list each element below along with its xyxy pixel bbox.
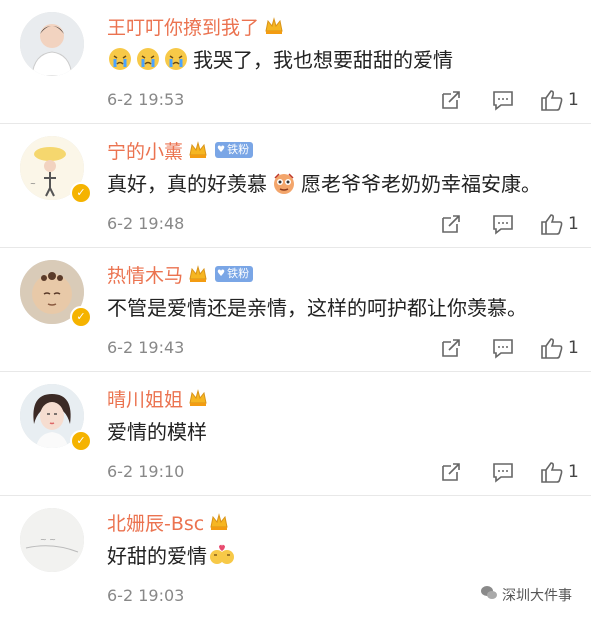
username[interactable]: 北姗辰-Bsc <box>107 509 204 536</box>
comment-time: 6-2 19:53 <box>107 90 185 109</box>
repost-icon[interactable] <box>440 213 462 235</box>
like-button[interactable]: 1 <box>540 461 579 483</box>
comment-icon[interactable] <box>492 337 514 359</box>
like-button[interactable]: 1 <box>540 213 579 235</box>
repost-icon[interactable] <box>440 461 462 483</box>
crying-emoji-icon <box>135 46 161 72</box>
comment-time: 6-2 19:43 <box>107 338 185 357</box>
verified-badge-icon: ✓ <box>70 182 92 204</box>
comment-text-continued: 愿老爷爷老奶奶幸福安康。 <box>301 172 541 196</box>
repost-icon[interactable] <box>440 89 462 111</box>
comment-item: ✓ 晴川姐姐 爱情的模样 6-2 19:10 1 <box>0 372 591 496</box>
crown-icon <box>187 139 209 161</box>
verified-badge-icon: ✓ <box>70 430 92 452</box>
like-count: 1 <box>568 462 579 482</box>
like-button[interactable]: 1 <box>540 89 579 111</box>
heart-icon: ♥ <box>217 145 226 155</box>
user-avatar[interactable] <box>20 12 84 76</box>
crying-emoji-icon <box>163 46 189 72</box>
comment-icon[interactable] <box>492 89 514 111</box>
username[interactable]: 宁的小薰 <box>107 137 183 164</box>
username[interactable]: 王叮叮你撩到我了 <box>107 13 259 40</box>
svg-text:~ ~: ~ ~ <box>40 535 56 544</box>
fan-badge: ♥ 铁粉 <box>215 266 254 282</box>
watermark: 深圳大件事 <box>480 585 572 605</box>
comment-time: 6-2 19:03 <box>107 586 185 605</box>
watermark-text: 深圳大件事 <box>502 588 572 604</box>
fan-badge: ♥ 铁粉 <box>215 142 254 158</box>
comment-text: 真好，真的好羡慕 <box>107 172 267 196</box>
svg-text:~: ~ <box>30 180 36 188</box>
crown-icon <box>263 15 285 37</box>
verified-badge-icon: ✓ <box>70 306 92 328</box>
comment-item: ~ ✓ 宁的小薰 ♥ 铁粉 真好，真的好羡慕 愿老爷爷老奶奶幸福安康。 6-2 1… <box>0 124 591 248</box>
like-count: 1 <box>568 90 579 110</box>
like-count: 1 <box>568 338 579 358</box>
crown-icon <box>208 511 230 533</box>
comment-item: ✓ 热情木马 ♥ 铁粉 不管是爱情还是亲情，这样的呵护都让你羡慕。 6-2 19:… <box>0 248 591 372</box>
heart-icon: ♥ <box>217 269 226 279</box>
comment-icon[interactable] <box>492 461 514 483</box>
comment-text: 爱情的模样 <box>107 420 207 444</box>
comment-text: 好甜的爱情 <box>107 544 207 568</box>
kissing-couple-emoji-icon <box>209 542 235 568</box>
crying-emoji-icon <box>107 46 133 72</box>
comment-text: 不管是爱情还是亲情，这样的呵护都让你羡慕。 <box>107 296 527 320</box>
username[interactable]: 热情木马 <box>107 261 183 288</box>
crown-icon <box>187 263 209 285</box>
envy-emoji-icon <box>271 170 297 196</box>
user-avatar[interactable]: ~ ~ <box>20 508 84 572</box>
comment-icon[interactable] <box>492 213 514 235</box>
like-button[interactable]: 1 <box>540 337 579 359</box>
crown-icon <box>187 387 209 409</box>
wechat-icon <box>480 585 498 605</box>
comment-item: 王叮叮你撩到我了 我哭了，我也想要甜甜的爱情 6-2 19:53 1 <box>0 0 591 124</box>
comment-time: 6-2 19:10 <box>107 462 185 481</box>
like-count: 1 <box>568 214 579 234</box>
username[interactable]: 晴川姐姐 <box>107 385 183 412</box>
comment-text: 我哭了，我也想要甜甜的爱情 <box>193 48 453 72</box>
repost-icon[interactable] <box>440 337 462 359</box>
comment-time: 6-2 19:48 <box>107 214 185 233</box>
